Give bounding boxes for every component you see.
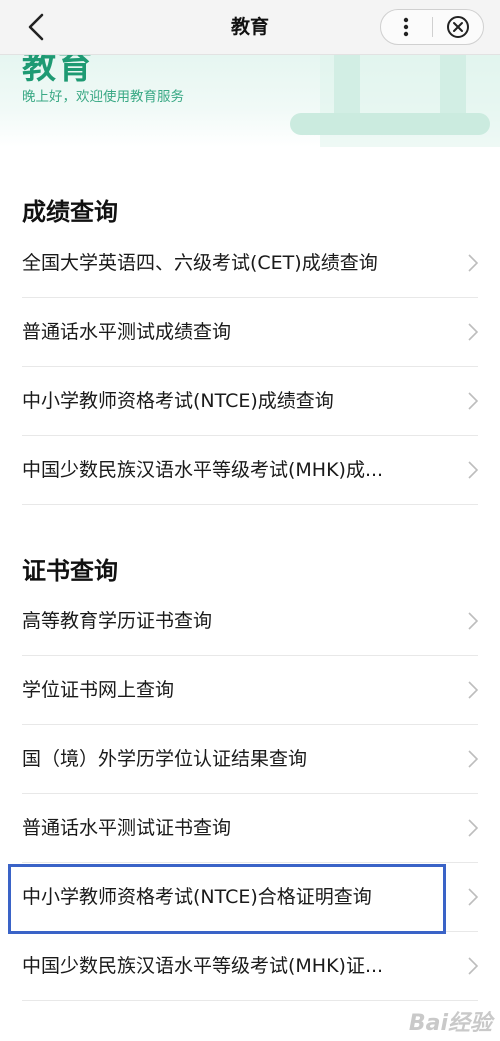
chevron-right-icon — [468, 681, 478, 699]
banner-decoration-graphic — [290, 55, 500, 147]
list-item-label: 中国少数民族汉语水平等级考试(MHK)证... — [22, 955, 384, 977]
list-item-mhk-certificate[interactable]: 中国少数民族汉语水平等级考试(MHK)证... — [0, 932, 500, 1001]
list-item-label: 中小学教师资格考试(NTCE)成绩查询 — [22, 390, 334, 412]
list-item-label: 国（境）外学历学位认证结果查询 — [22, 748, 308, 770]
list-item-degree-query[interactable]: 学位证书网上查询 — [0, 656, 500, 725]
chevron-right-icon — [468, 888, 478, 906]
list-item-mhk-score[interactable]: 中国少数民族汉语水平等级考试(MHK)成... — [0, 436, 500, 505]
list-item-label: 高等教育学历证书查询 — [22, 610, 213, 632]
navigation-bar: 教育 — [0, 0, 500, 55]
back-button[interactable] — [16, 6, 56, 48]
list-item-label: 普通话水平测试成绩查询 — [22, 321, 232, 343]
list-item-label: 学位证书网上查询 — [22, 679, 175, 701]
mini-program-capsule — [380, 9, 484, 45]
list-item-label: 中小学教师资格考试(NTCE)合格证明查询 — [22, 886, 372, 908]
greeting-text: 晚上好，欢迎使用教育服务 — [22, 89, 184, 105]
list-item-label: 全国大学英语四、六级考试(CET)成绩查询 — [22, 252, 378, 274]
section-title-certificate-query: 证书查询 — [22, 557, 118, 585]
banner-title: 教育 — [22, 55, 94, 87]
chevron-right-icon — [468, 957, 478, 975]
list-item-putonghua-certificate[interactable]: 普通话水平测试证书查询 — [0, 794, 500, 863]
chevron-right-icon — [468, 392, 478, 410]
list-item-diploma-query[interactable]: 高等教育学历证书查询 — [0, 587, 500, 656]
header-banner: 教育 晚上好，欢迎使用教育服务 — [0, 55, 500, 147]
chevron-left-icon — [28, 13, 44, 41]
list-item-foreign-degree-query[interactable]: 国（境）外学历学位认证结果查询 — [0, 725, 500, 794]
list-item-label: 中国少数民族汉语水平等级考试(MHK)成... — [22, 459, 384, 481]
divider — [22, 504, 478, 505]
more-button[interactable] — [381, 10, 432, 44]
watermark: Bai经验 — [408, 1011, 492, 1036]
close-button[interactable] — [433, 10, 484, 44]
section-title-score-query: 成绩查询 — [22, 198, 118, 226]
list-item-ntce-score[interactable]: 中小学教师资格考试(NTCE)成绩查询 — [0, 367, 500, 436]
list-item-cet-score[interactable]: 全国大学英语四、六级考试(CET)成绩查询 — [0, 229, 500, 298]
more-vertical-icon — [404, 17, 409, 37]
chevron-right-icon — [468, 323, 478, 341]
chevron-right-icon — [468, 461, 478, 479]
chevron-right-icon — [468, 750, 478, 768]
list-item-putonghua-score[interactable]: 普通话水平测试成绩查询 — [0, 298, 500, 367]
close-circle-icon — [446, 16, 469, 38]
list-item-label: 普通话水平测试证书查询 — [22, 817, 232, 839]
chevron-right-icon — [468, 819, 478, 837]
divider — [22, 1000, 478, 1001]
chevron-right-icon — [468, 612, 478, 630]
chevron-right-icon — [468, 254, 478, 272]
list-item-ntce-certificate[interactable]: 中小学教师资格考试(NTCE)合格证明查询 — [0, 863, 500, 932]
